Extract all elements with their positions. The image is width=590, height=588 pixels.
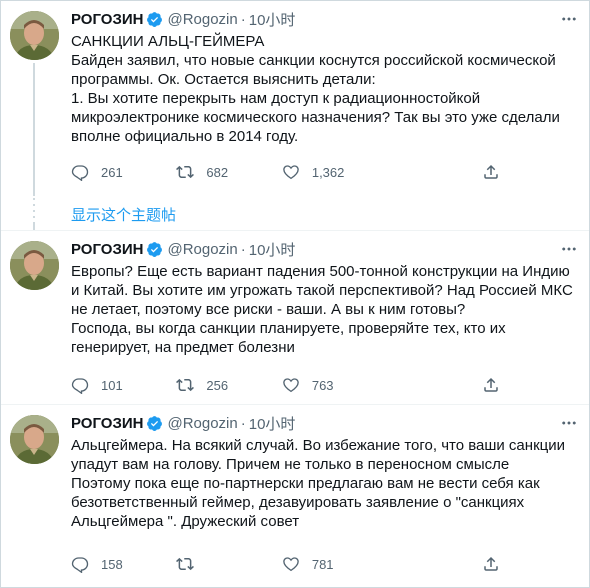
- like-count: 1,362: [311, 164, 345, 180]
- reply-icon: [71, 557, 89, 573]
- reply-button[interactable]: 101: [71, 376, 176, 394]
- tweet-text-line: микроэлектронике космического назначения…: [71, 109, 560, 126]
- tweet-text-line: упадут вам на голову. Причем не только в…: [71, 456, 510, 473]
- like-icon: [283, 165, 299, 180]
- verified-badge-icon: [147, 11, 163, 27]
- tweet-text-line: Байден заявил, что новые санкции коснутс…: [71, 52, 556, 69]
- tweet-time[interactable]: 10小时: [249, 239, 296, 260]
- avatar[interactable]: [10, 241, 59, 290]
- reply-button[interactable]: 158: [71, 555, 176, 573]
- tweet-text: Альцгеймера. На всякий случай. Во избежа…: [71, 436, 581, 531]
- thread-connector-line: [33, 63, 35, 196]
- tweet-text: САНКЦИИ АЛЬЦ-ГЕЙМЕРА Байден заявил, что …: [71, 32, 581, 146]
- tweet-text-line: Господа, вы когда санкции планируете, пр…: [71, 320, 506, 337]
- like-count: 763: [311, 377, 334, 393]
- tweet-text-line: генерирует, на предмет болезни: [71, 339, 295, 356]
- tweet-actions: 101 256 763: [71, 375, 511, 395]
- tweet-text-line: вполне официально в 2014 году.: [71, 128, 299, 145]
- share-button[interactable]: [482, 376, 511, 394]
- retweet-icon: [176, 165, 195, 179]
- tweet-time[interactable]: 10小时: [249, 9, 296, 30]
- show-thread-row[interactable]: 显示这个主题帖: [1, 196, 589, 230]
- share-button[interactable]: [482, 555, 511, 573]
- retweet-icon: [176, 378, 195, 392]
- separator-dot: ·: [240, 10, 246, 28]
- tweet-text-line: не летает, поэтому все риски - ваши. А в…: [71, 301, 466, 318]
- thread-gap-dots: [33, 198, 35, 230]
- tweet-text-line: Поэтому пока еще по-партнерски предлагаю…: [71, 475, 540, 492]
- tweet-text-line: САНКЦИИ АЛЬЦ-ГЕЙМЕРА: [71, 33, 265, 50]
- tweet-text-line: безответственный геймер, дезавуировать з…: [71, 494, 525, 511]
- share-icon: [484, 556, 499, 571]
- more-options-icon[interactable]: [559, 10, 579, 28]
- avatar[interactable]: [10, 415, 59, 464]
- separator-dot: ·: [240, 240, 246, 258]
- tweet-text-line: Альцгеймера. На всякий случай. Во избежа…: [71, 437, 565, 454]
- tweet-text-line: программы. Ок. Остается выяснить детали:: [71, 71, 376, 88]
- share-icon: [484, 164, 499, 179]
- verified-badge-icon: [147, 415, 163, 431]
- like-count: 781: [311, 556, 334, 572]
- reply-count: 101: [101, 377, 123, 393]
- tweet-actions: 158 781: [71, 554, 511, 574]
- tweet-header: РОГОЗИН @Rogozin · 10小时: [71, 413, 295, 433]
- retweet-icon: [176, 557, 195, 571]
- author-name[interactable]: РОГОЗИН: [71, 415, 143, 432]
- tweet-header: РОГОЗИН @Rogozin · 10小时: [71, 239, 295, 259]
- reply-icon: [71, 165, 89, 181]
- like-button[interactable]: 781: [282, 555, 387, 573]
- retweet-count: 682: [206, 164, 229, 180]
- reply-count: 158: [101, 556, 123, 572]
- tweet-text: Европы? Еще есть вариант падения 500-тон…: [71, 262, 581, 357]
- author-handle[interactable]: @Rogozin: [167, 415, 237, 432]
- more-options-icon[interactable]: [559, 414, 579, 432]
- like-icon: [283, 557, 299, 572]
- tweet-thread: РОГОЗИН @Rogozin · 10小时 САНКЦИИ АЛЬЦ-ГЕЙ…: [0, 0, 590, 588]
- reply-button[interactable]: 261: [71, 163, 176, 181]
- tweet-text-line: Альцгеймера ". Дружеский совет: [71, 513, 300, 530]
- share-icon: [484, 377, 499, 392]
- tweet-2[interactable]: РОГОЗИН @Rogozin · 10小时 Европы? Еще есть…: [1, 230, 589, 404]
- tweet-actions: 261 682 1,362: [71, 162, 511, 182]
- tweet-text-line: Европы? Еще есть вариант падения 500-тон…: [71, 263, 570, 280]
- reply-icon: [71, 378, 89, 394]
- author-handle[interactable]: @Rogozin: [167, 241, 237, 258]
- like-icon: [283, 378, 299, 393]
- author-handle[interactable]: @Rogozin: [167, 11, 237, 28]
- verified-badge-icon: [147, 241, 163, 257]
- reply-count: 261: [101, 164, 123, 180]
- retweet-count: 256: [206, 377, 229, 393]
- more-options-icon[interactable]: [559, 240, 579, 258]
- tweet-1[interactable]: РОГОЗИН @Rogozin · 10小时 САНКЦИИ АЛЬЦ-ГЕЙ…: [1, 1, 589, 196]
- separator-dot: ·: [240, 414, 246, 432]
- tweet-header: РОГОЗИН @Rogozin · 10小时: [71, 9, 295, 29]
- tweet-text-line: и Китай. Вы хотите им угрожать такой пер…: [71, 282, 573, 299]
- tweet-time[interactable]: 10小时: [249, 413, 296, 434]
- retweet-button[interactable]: 256: [176, 376, 281, 394]
- share-button[interactable]: [482, 163, 511, 181]
- author-name[interactable]: РОГОЗИН: [71, 241, 143, 258]
- like-button[interactable]: 763: [282, 376, 387, 394]
- show-thread-link[interactable]: 显示这个主题帖: [71, 204, 176, 225]
- tweet-3[interactable]: РОГОЗИН @Rogozin · 10小时 Альцгеймера. На …: [1, 404, 589, 587]
- retweet-button[interactable]: [176, 555, 281, 573]
- tweet-text-line: 1. Вы хотите перекрыть нам доступ к ради…: [71, 90, 481, 107]
- author-name[interactable]: РОГОЗИН: [71, 11, 143, 28]
- avatar[interactable]: [10, 11, 59, 60]
- like-button[interactable]: 1,362: [282, 163, 387, 181]
- retweet-button[interactable]: 682: [176, 163, 281, 181]
